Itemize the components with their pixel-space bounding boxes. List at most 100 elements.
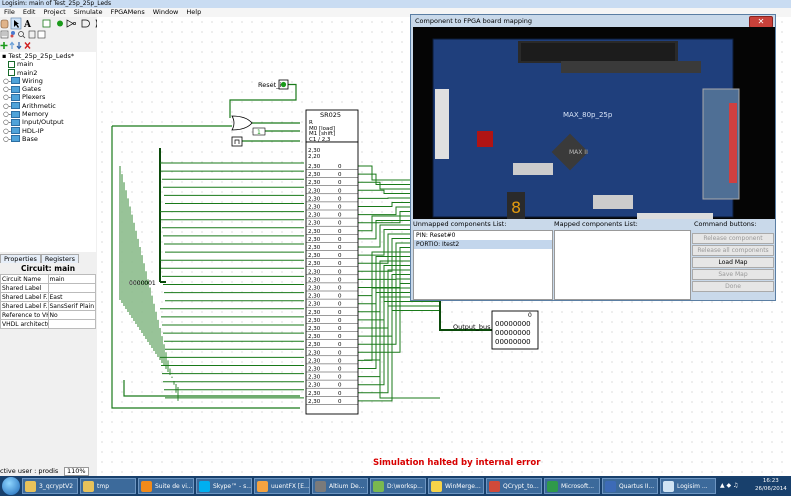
- svg-text:0000001: 0000001: [129, 280, 156, 287]
- or-gate[interactable]: [231, 115, 253, 131]
- taskbar-item[interactable]: Suite de vi...: [138, 478, 194, 494]
- register-cell-value: 0: [338, 334, 342, 340]
- display-line: 00000000: [495, 329, 531, 337]
- windows-start-icon[interactable]: [2, 477, 20, 495]
- svg-text:8: 8: [511, 198, 521, 217]
- wire: [358, 305, 440, 394]
- taskbar-item[interactable]: tmp: [80, 478, 136, 494]
- app-icon: [431, 481, 442, 492]
- taskbar-item-label: Suite de vi...: [155, 483, 193, 490]
- taskbar-item[interactable]: QCrypt_to...: [486, 478, 542, 494]
- load-map-button[interactable]: Load Map: [692, 257, 774, 268]
- input-pin-value: 1: [257, 129, 261, 136]
- register-cell-label: 2,30: [308, 188, 321, 194]
- taskbar-item[interactable]: uuentFX [E...: [254, 478, 310, 494]
- tray-icons: ▲ ◆ ♫: [720, 482, 739, 489]
- fpga-board-image[interactable]: MAX II MAX_80p_25p 8: [413, 27, 775, 219]
- register-cell-value: 0: [338, 188, 342, 194]
- register-port: C1 / 2,3: [309, 137, 331, 143]
- release-component-button[interactable]: Release component: [692, 233, 774, 244]
- register-cell-value: 0: [338, 221, 342, 227]
- unmapped-list[interactable]: PIN: Reset#0 PORTIO: Itest2: [413, 230, 553, 300]
- register-cell-value: 0: [338, 367, 342, 373]
- simulation-status: Simulation halted by internal error: [373, 458, 541, 468]
- register-cell-label: 2,30: [308, 237, 321, 243]
- taskbar-item[interactable]: Skype™ - s...: [196, 478, 252, 494]
- board-name: MAX_80p_25p: [563, 111, 613, 119]
- register-cell-value: 0: [338, 205, 342, 211]
- register-cell-label: 2,30: [308, 342, 321, 348]
- dialog-title: Component to FPGA board mapping: [415, 17, 533, 25]
- taskbar-item-label: Altium De...: [329, 483, 365, 490]
- bus: [159, 148, 166, 283]
- list-item[interactable]: PIN: Reset#0: [414, 231, 552, 240]
- taskbar-item[interactable]: Quartus II...: [602, 478, 658, 494]
- register-cell-value: 0: [338, 261, 342, 267]
- mapped-header: Mapped components List:: [554, 220, 638, 228]
- save-map-button[interactable]: Save Map: [692, 269, 774, 280]
- taskbar-item[interactable]: D:\worksp...: [370, 478, 426, 494]
- register-cell-label: 2,30: [308, 358, 321, 364]
- register-cell-label: 2,30: [308, 302, 321, 308]
- mapped-list[interactable]: [554, 230, 691, 300]
- taskbar-item[interactable]: Altium De...: [312, 478, 368, 494]
- register-cell-label: 2,30: [308, 205, 321, 211]
- register-cell-value: 0: [338, 253, 342, 259]
- clock-icon[interactable]: [231, 136, 243, 147]
- counter-value: 0000001: [129, 280, 156, 287]
- taskbar-item-label: tmp: [97, 483, 110, 490]
- register-cell-label: 2,30: [308, 367, 321, 373]
- app-icon: [25, 481, 36, 492]
- done-button[interactable]: Done: [692, 281, 774, 292]
- register-cell-value: 0: [338, 213, 342, 219]
- register-cell-value: 0: [338, 180, 342, 186]
- taskbar-item-label: Quartus II...: [619, 483, 655, 490]
- register-cell-value: 0: [338, 229, 342, 235]
- app-icon: [663, 481, 674, 492]
- taskbar-item-label: 3_qcryptV2: [39, 483, 74, 490]
- register-cell-label: 2,30: [308, 172, 321, 178]
- app-icon: [605, 481, 616, 492]
- register-cell-value: 0: [338, 277, 342, 283]
- list-item[interactable]: PORTIO: Itest2: [414, 240, 552, 249]
- taskbar-item[interactable]: Microsoft...: [544, 478, 600, 494]
- register-cell-value: 0: [338, 326, 342, 332]
- commands-header: Command buttons:: [694, 220, 757, 228]
- output-bus-label: Output_bus_2: [453, 323, 498, 331]
- register-cell-label: 2,30: [308, 383, 321, 389]
- register-cell-value: 0: [338, 350, 342, 356]
- register-cell-label: 2,30: [308, 310, 321, 316]
- taskbar-item-label: WinMerge...: [445, 483, 481, 490]
- app-icon: [199, 481, 210, 492]
- taskbar-clock[interactable]: 16:23 26/06/2014: [755, 477, 787, 493]
- taskbar-item-label: uuentFX [E...: [271, 483, 310, 490]
- register-cell-label: 2,30: [308, 350, 321, 356]
- taskbar-item[interactable]: Logisim ...: [660, 478, 716, 494]
- register-cell-label: 2,30: [308, 261, 321, 267]
- taskbar-item-label: QCrypt_to...: [503, 483, 539, 490]
- register-cell-label: 2,30: [308, 213, 321, 219]
- register-cell-label: 2,30: [308, 221, 321, 227]
- register-cell-value: 0: [338, 172, 342, 178]
- clock-time: 16:23: [762, 478, 779, 484]
- register-cell-label: 2,30: [308, 196, 321, 202]
- register-cell-value: 0: [338, 391, 342, 397]
- register-cell-label: 2,30: [308, 326, 321, 332]
- register-cell-label: 2,30: [308, 229, 321, 235]
- taskbar-item[interactable]: 3_qcryptV2: [22, 478, 78, 494]
- app-icon: [547, 481, 558, 492]
- register-cell-label: 2,30: [308, 180, 321, 186]
- app-icon: [141, 481, 152, 492]
- register-cell-value: 0: [338, 342, 342, 348]
- app-icon: [83, 481, 94, 492]
- fpga-mapping-dialog: Component to FPGA board mapping ✕ MAX II…: [410, 14, 776, 301]
- register-cell-label: 2,30: [308, 269, 321, 275]
- register-name: SR025: [320, 111, 341, 119]
- wire: [358, 310, 440, 402]
- register-cell-value: 0: [338, 164, 342, 170]
- release-all-button[interactable]: Release all components: [692, 245, 774, 256]
- taskbar-item-label: Microsoft...: [561, 483, 595, 490]
- taskbar-item[interactable]: WinMerge...: [428, 478, 484, 494]
- taskbar-item-label: D:\worksp...: [387, 483, 423, 490]
- register-cell-label: 2,30: [308, 245, 321, 251]
